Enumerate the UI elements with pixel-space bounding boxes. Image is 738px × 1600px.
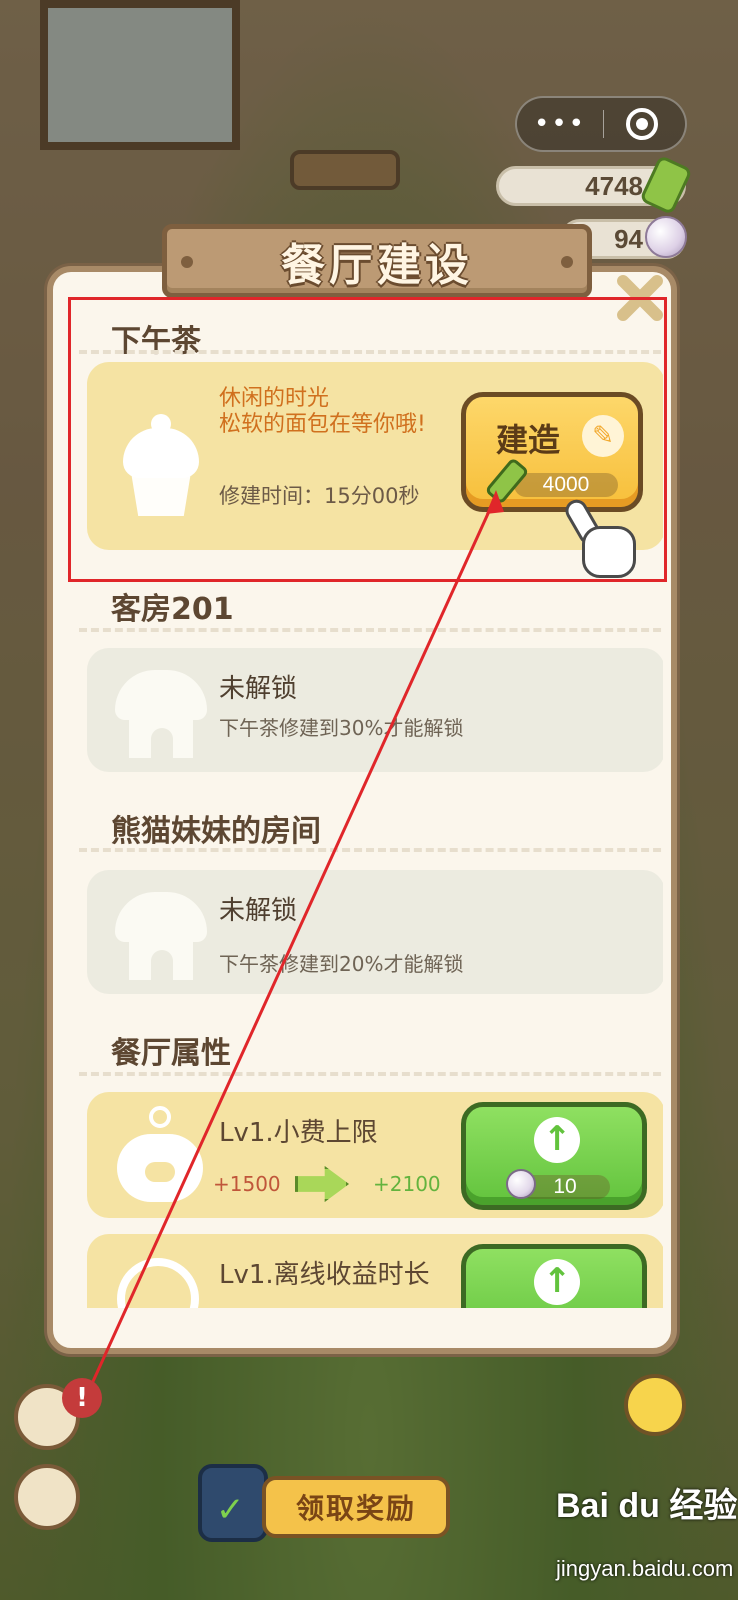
up-arrow-icon: ↑ (534, 1117, 580, 1163)
up-arrow-icon: ↑ (534, 1259, 580, 1305)
panda-house-icon (111, 884, 211, 984)
attribute-current-value: +1500 (213, 1172, 281, 1196)
attribute-card-offline-time: Lv1.离线收益时长 ↑ (87, 1234, 663, 1308)
pearl-currency-icon (645, 216, 687, 258)
room201-status: 未解锁 (219, 674, 298, 704)
section-divider (79, 1072, 663, 1076)
task-clipboard-icon[interactable]: ✓ (198, 1464, 268, 1542)
close-miniprogram-icon[interactable] (626, 108, 658, 140)
section-title-room201: 客房201 (111, 592, 234, 627)
banner-nail (561, 256, 573, 268)
attribute-card-tip-limit: Lv1.小费上限 +1500 +2100 ↑ 10 (87, 1092, 663, 1218)
section-divider (79, 628, 663, 632)
upgrade-button[interactable]: ↑ 10 (461, 1102, 647, 1210)
piggy-bank-icon (111, 1106, 211, 1206)
banner-nail (181, 256, 193, 268)
upgrade-button[interactable]: ↑ (461, 1244, 647, 1308)
annotation-highlight-box (68, 297, 667, 582)
panda-room-status: 未解锁 (219, 896, 298, 926)
emoji-face-icon[interactable] (624, 1374, 686, 1436)
attribute-next-value: +2100 (373, 1172, 441, 1196)
more-menu-button[interactable]: ••• (517, 109, 603, 139)
alert-badge: ! (62, 1378, 102, 1418)
attribute-name: Lv1.离线收益时长 (219, 1260, 430, 1290)
clock-icon (111, 1248, 211, 1308)
claim-reward-button[interactable]: 领取奖励 (262, 1476, 450, 1538)
arrow-right-icon (295, 1166, 349, 1202)
paw-icon[interactable] (14, 1464, 80, 1530)
section-divider (79, 848, 663, 852)
room201-requirement: 下午茶修建到30%才能解锁 (219, 716, 464, 740)
attribute-name: Lv1.小费上限 (219, 1118, 378, 1148)
capsule-divider (603, 110, 604, 138)
dialog-title-banner: 餐厅建设 (162, 224, 592, 298)
dialog-title: 餐厅建设 (281, 240, 473, 291)
section-title-attributes: 餐厅属性 (111, 1036, 231, 1071)
house-icon (111, 662, 211, 762)
watermark-logo: Bai du 经验 (556, 1487, 738, 1525)
panda-room-card: 未解锁 下午茶修建到20%才能解锁 (87, 870, 663, 994)
section-title-panda-room: 熊猫妹妹的房间 (111, 814, 321, 849)
pearl-icon (506, 1169, 536, 1199)
room201-card: 未解锁 下午茶修建到30%才能解锁 (87, 648, 663, 772)
mini-program-capsule: ••• (515, 96, 687, 152)
panda-room-requirement: 下午茶修建到20%才能解锁 (219, 952, 464, 976)
watermark-url: jingyan.baidu.com (556, 1556, 734, 1581)
